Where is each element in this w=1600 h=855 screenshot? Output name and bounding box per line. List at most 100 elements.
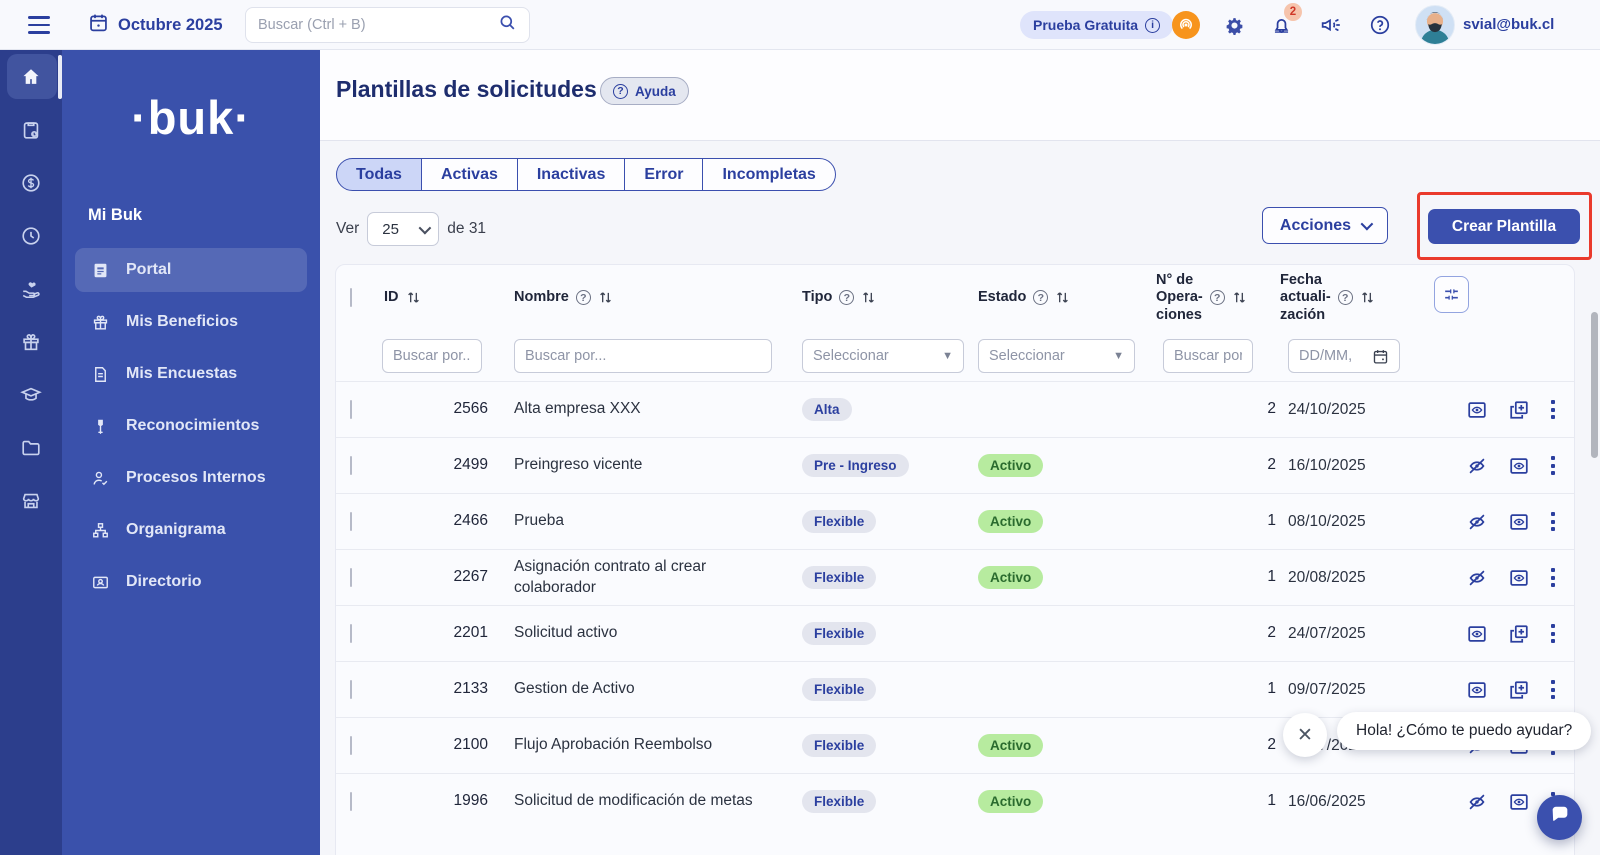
create-template-button[interactable]: Crear Plantilla xyxy=(1428,209,1580,244)
table-row[interactable]: 2499Preingreso vicentePre - IngresoActiv… xyxy=(336,437,1574,493)
filter-input-id[interactable] xyxy=(382,339,482,373)
preview-icon[interactable] xyxy=(1508,567,1530,589)
column-settings-icon[interactable] xyxy=(1434,276,1469,313)
user-email[interactable]: svial@buk.cl xyxy=(1463,16,1554,33)
rail-item-clipboard-clock-icon[interactable] xyxy=(0,103,62,156)
sort-icon[interactable] xyxy=(1360,290,1375,305)
period-selector[interactable]: Octubre 2025 xyxy=(88,12,223,38)
kebab-menu-icon[interactable] xyxy=(1550,512,1556,531)
kebab-menu-icon[interactable] xyxy=(1550,568,1556,587)
hide-eye-off-icon[interactable] xyxy=(1466,455,1488,477)
rail-item-graduation-cap-icon[interactable] xyxy=(0,368,62,421)
filter-input-id[interactable] xyxy=(393,348,471,364)
filter-input-operaciones[interactable] xyxy=(1174,348,1242,364)
help-icon[interactable]: ? xyxy=(1338,290,1353,305)
row-checkbox[interactable] xyxy=(350,400,352,419)
avatar[interactable] xyxy=(1415,5,1455,45)
help-icon[interactable] xyxy=(1366,11,1394,39)
kebab-menu-icon[interactable] xyxy=(1550,400,1556,419)
column-header-id[interactable]: ID xyxy=(382,289,492,306)
tab-incompletas[interactable]: Incompletas xyxy=(703,158,835,191)
preview-icon[interactable] xyxy=(1466,679,1488,701)
assistant-icon[interactable] xyxy=(1172,11,1200,39)
chat-greeting-bubble[interactable]: Hola! ¿Cómo te puedo ayudar? xyxy=(1337,712,1591,750)
chat-launcher-button[interactable] xyxy=(1537,795,1582,840)
rail-item-storefront-icon[interactable] xyxy=(0,474,62,527)
row-checkbox[interactable] xyxy=(350,456,352,475)
sidebar-item-mis-encuestas[interactable]: Mis Encuestas xyxy=(75,352,307,396)
table-row[interactable]: 2566Alta empresa XXXAlta224/10/2025 xyxy=(336,381,1574,437)
row-checkbox[interactable] xyxy=(350,512,352,531)
preview-icon[interactable] xyxy=(1508,791,1530,813)
tab-todas[interactable]: Todas xyxy=(336,158,422,191)
help-icon[interactable]: ? xyxy=(1033,290,1048,305)
kebab-menu-icon[interactable] xyxy=(1550,624,1556,643)
sort-icon[interactable] xyxy=(1055,290,1070,305)
tab-error[interactable]: Error xyxy=(625,158,703,191)
row-checkbox[interactable] xyxy=(350,624,352,643)
actions-dropdown-button[interactable]: Acciones xyxy=(1262,207,1388,244)
filter-date-fecha[interactable]: DD/MM, xyxy=(1288,339,1400,373)
hide-eye-off-icon[interactable] xyxy=(1466,791,1488,813)
tab-activas[interactable]: Activas xyxy=(422,158,518,191)
sidebar-item-procesos-internos[interactable]: Procesos Internos xyxy=(75,456,307,500)
table-row[interactable]: 2133Gestion de ActivoFlexible109/07/2025 xyxy=(336,661,1574,717)
rail-item-gift-icon[interactable] xyxy=(0,315,62,368)
tab-inactivas[interactable]: Inactivas xyxy=(518,158,625,191)
column-header-fecha[interactable]: Fecha actuali- zación? xyxy=(1280,272,1410,323)
duplicate-icon[interactable] xyxy=(1508,679,1530,701)
settings-gear-icon[interactable] xyxy=(1220,11,1248,39)
vertical-scrollbar[interactable] xyxy=(1591,312,1598,458)
sidebar-item-directorio[interactable]: Directorio xyxy=(75,560,307,604)
hide-eye-off-icon[interactable] xyxy=(1466,567,1488,589)
announcements-megaphone-icon[interactable] xyxy=(1316,11,1344,39)
filter-select-estado[interactable]: Seleccionar▼ xyxy=(978,339,1135,373)
sidebar-item-portal[interactable]: Portal xyxy=(75,248,307,292)
filter-select-tipo[interactable]: Seleccionar▼ xyxy=(802,339,964,373)
rail-item-money-icon[interactable] xyxy=(0,156,62,209)
column-header-operaciones[interactable]: N° de Opera- ciones? xyxy=(1156,272,1280,323)
table-row[interactable]: 1996Solicitud de modificación de metasFl… xyxy=(336,773,1574,829)
page-help-button[interactable]: ? Ayuda xyxy=(600,77,689,105)
global-search-input[interactable] xyxy=(258,17,498,33)
hamburger-menu-icon[interactable] xyxy=(28,16,50,34)
help-icon[interactable]: ? xyxy=(576,290,591,305)
kebab-menu-icon[interactable] xyxy=(1550,456,1556,475)
help-icon[interactable]: ? xyxy=(839,290,854,305)
row-checkbox[interactable] xyxy=(350,680,352,699)
duplicate-icon[interactable] xyxy=(1508,623,1530,645)
rail-item-folder-icon[interactable] xyxy=(0,421,62,474)
chat-close-button[interactable]: ✕ xyxy=(1283,713,1327,757)
sort-icon[interactable] xyxy=(861,290,876,305)
row-checkbox[interactable] xyxy=(350,568,352,587)
sort-icon[interactable] xyxy=(406,290,421,305)
row-checkbox[interactable] xyxy=(350,792,352,811)
rail-item-hand-heart-icon[interactable] xyxy=(0,262,62,315)
table-row[interactable]: 2201Solicitud activoFlexible224/07/2025 xyxy=(336,605,1574,661)
sidebar-item-reconocimientos[interactable]: Reconocimientos xyxy=(75,404,307,448)
preview-icon[interactable] xyxy=(1508,511,1530,533)
hide-eye-off-icon[interactable] xyxy=(1466,511,1488,533)
page-size-select[interactable]: 25 xyxy=(367,212,439,246)
kebab-menu-icon[interactable] xyxy=(1550,680,1556,699)
filter-input-operaciones[interactable] xyxy=(1163,339,1253,373)
sidebar-item-mis-beneficios[interactable]: Mis Beneficios xyxy=(75,300,307,344)
trial-badge[interactable]: Prueba Gratuita i xyxy=(1020,11,1173,39)
filter-input-nombre[interactable] xyxy=(514,339,772,373)
select-all-checkbox[interactable] xyxy=(350,288,352,307)
sort-icon[interactable] xyxy=(1232,290,1247,305)
global-search[interactable] xyxy=(245,7,530,43)
sidebar-item-organigrama[interactable]: Organigrama xyxy=(75,508,307,552)
filter-input-nombre[interactable] xyxy=(525,348,761,364)
column-header-nombre[interactable]: Nombre? xyxy=(492,289,802,306)
sort-icon[interactable] xyxy=(598,290,613,305)
help-icon[interactable]: ? xyxy=(1210,290,1225,305)
rail-item-clock-icon[interactable] xyxy=(0,209,62,262)
rail-item-home-icon[interactable] xyxy=(0,50,62,103)
notifications-bell-icon[interactable]: 2 xyxy=(1267,11,1295,39)
duplicate-icon[interactable] xyxy=(1508,399,1530,421)
preview-icon[interactable] xyxy=(1466,623,1488,645)
preview-icon[interactable] xyxy=(1508,455,1530,477)
preview-icon[interactable] xyxy=(1466,399,1488,421)
table-row[interactable]: 2267Asignación contrato al crear colabor… xyxy=(336,549,1574,605)
